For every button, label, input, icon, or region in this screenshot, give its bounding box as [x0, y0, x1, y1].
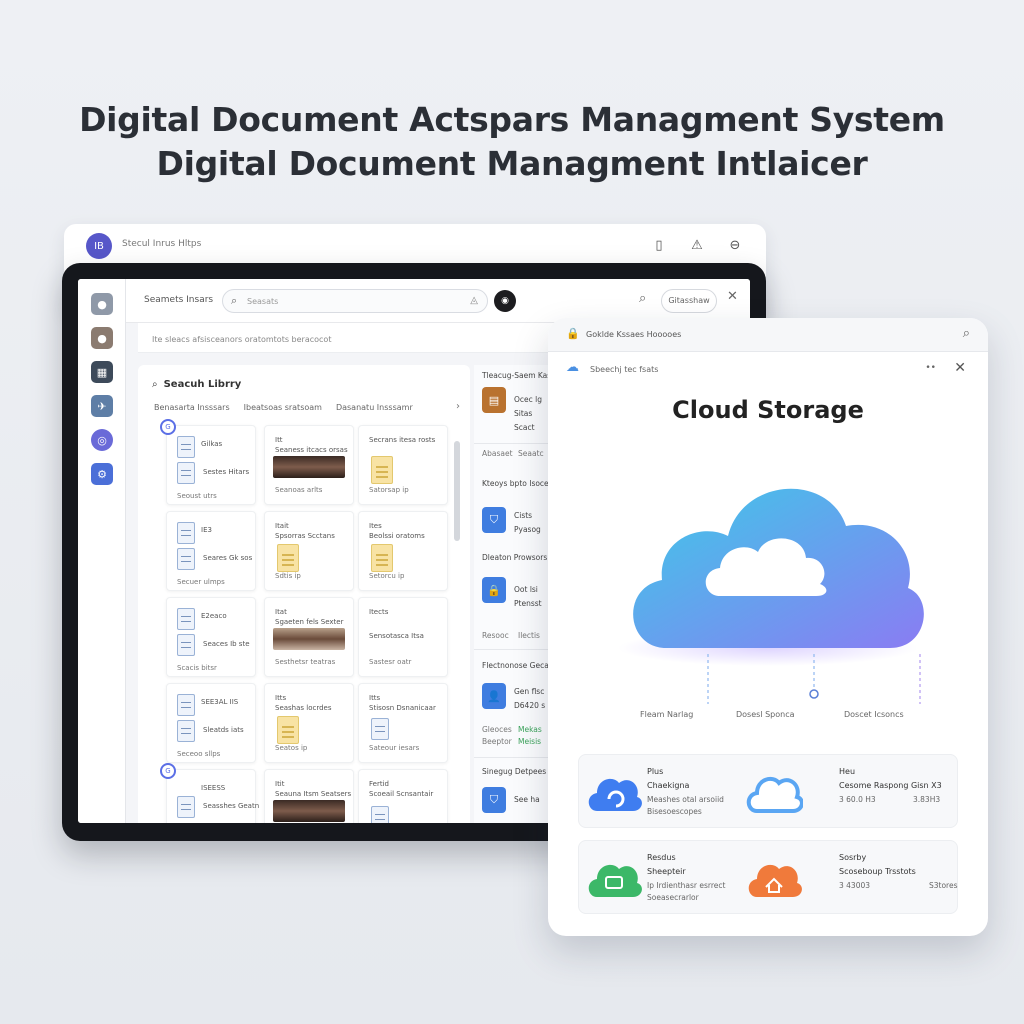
document-card[interactable]: Itts Seashas locrdes Seatos ip [264, 683, 354, 763]
cloud-panel-subheader: ☁ Sbeechj tec fsats •• ✕ [566, 360, 970, 382]
headline-line-2: Digital Document Managment Intlaicer [156, 144, 868, 183]
nav-user-icon[interactable]: ● [91, 327, 113, 349]
library-scrollbar[interactable] [454, 441, 460, 541]
storage-tile-row: Plus Chaekigna Meashes otal arsoiid Bise… [578, 754, 958, 828]
document-icon [177, 634, 195, 656]
nav-settings-icon[interactable]: ⚙ [91, 463, 113, 485]
document-icon [177, 796, 195, 818]
nav-avatar-icon[interactable]: ● [91, 293, 113, 315]
storage-tile-row: Resdus Sheepteir Ip Irdienthasr esrrect … [578, 840, 958, 914]
folder-icon [371, 456, 393, 484]
cloud-icon: ☁ [566, 360, 579, 375]
document-icon [371, 718, 389, 740]
shield-icon: ⛉ [482, 787, 506, 813]
search-input[interactable]: ⌕ Seasats ◬ [222, 289, 488, 313]
cloud-panel-header: 🔒 Goklde Kssaes Hooooes ⌕ [548, 318, 988, 352]
cloud-outline-icon [746, 776, 803, 813]
document-card[interactable]: Itit Seauna Itsm Seatsers [264, 769, 354, 823]
flow-label: Dosesl Sponca [736, 710, 795, 719]
topbar-action-button[interactable]: Gitasshaw [661, 289, 717, 313]
document-card[interactable]: E2eaco Seaces Ib ste Scacis bitsr [166, 597, 256, 677]
user-icon: 👤 [482, 683, 506, 709]
document-icon [371, 806, 389, 823]
document-icon [177, 436, 195, 458]
library-filters: Benasarta Insssars Ibeatsoas sratsoam Da… [154, 403, 413, 412]
notification-badge[interactable]: G [160, 419, 176, 435]
search-placeholder: Seasats [247, 297, 279, 306]
nav-rail: ● ● ▦ ✈ ◎ ⚙ [78, 279, 126, 823]
document-card[interactable]: Ites Beolssi oratoms Setorcu ip [358, 511, 448, 591]
search-icon: ⌕ [231, 294, 238, 307]
search-icon[interactable]: ⌕ [963, 326, 970, 341]
cloud-illustration [618, 488, 924, 704]
thumbnail-image [273, 800, 345, 822]
filter-icon[interactable]: ◬ [470, 295, 478, 306]
close-icon[interactable]: ✕ [954, 360, 966, 376]
thumbnail-image [273, 628, 345, 650]
document-card[interactable]: Itt Seaness itcacs orsas Seanoas arlts [264, 425, 354, 505]
minus-circle-icon[interactable]: ⊖ [726, 236, 744, 254]
storage-tile[interactable]: Sosrby Scoseboup Trsstots 3 43003 S3tore… [739, 841, 958, 915]
more-icon[interactable]: •• [925, 363, 936, 373]
page-headline: Digital Document Actspars Managment Syst… [0, 98, 1024, 186]
filter-tab[interactable]: Dasanatu Insssamr [336, 403, 413, 412]
document-card[interactable]: Gilkas Sestes Hitars Seoust utrs [166, 425, 256, 505]
archive-icon: ▤ [482, 387, 506, 413]
storage-tile[interactable]: Heu Cesome Raspong Gisn X3 3 60.0 H3 3.8… [739, 755, 942, 829]
side-details-panel: Tleacug-Saem Kas ▤ Ocec lg Sitas Scact A… [474, 365, 554, 823]
document-card[interactable]: Itait Spsorras Scctans Sdtis ip [264, 511, 354, 591]
sync-cloud-icon [588, 778, 642, 811]
app-logo[interactable]: IB [86, 233, 112, 259]
document-card[interactable]: Itects Sensotasca Itsa Sastesr oatr [358, 597, 448, 677]
cloud-panel-header-title: Goklde Kssaes Hooooes [586, 330, 682, 339]
search-icon[interactable]: ⌕ [639, 291, 646, 306]
shield-icon: ⛉ [482, 507, 506, 533]
document-card[interactable]: Itts Stisosn Dsnanicaar Sateour iesars [358, 683, 448, 763]
close-icon[interactable]: ✕ [727, 289, 738, 304]
document-icon [177, 548, 195, 570]
nav-grid-icon[interactable]: ▦ [91, 361, 113, 383]
headline-line-1: Digital Document Actspars Managment Syst… [79, 100, 945, 139]
document-card[interactable]: Secrans itesa rosts Satorsap ip [358, 425, 448, 505]
filter-tab[interactable]: Benasarta Insssars [154, 403, 230, 412]
back-window-controls: ▯ ⚠ ⊖ [650, 236, 744, 254]
chat-cloud-icon [588, 864, 642, 897]
lock-icon: 🔒 [482, 577, 506, 603]
warning-icon[interactable]: ⚠ [688, 236, 706, 254]
document-icon [177, 462, 195, 484]
document-card[interactable]: Itat Sgaeten fels Sexter Sesthetsr teatr… [264, 597, 354, 677]
cloud-storage-panel: 🔒 Goklde Kssaes Hooooes ⌕ ☁ Sbeechj tec … [548, 318, 988, 936]
document-card[interactable]: IE3 Seares Gk sos Secuer ulmps [166, 511, 256, 591]
document-icon [177, 522, 195, 544]
filter-tab[interactable]: Ibeatsoas sratsoam [244, 403, 322, 412]
home-cloud-icon [748, 864, 802, 897]
topbar-label: Seamets Insars [144, 295, 214, 305]
document-icon [177, 720, 195, 742]
back-window-title: Stecul Inrus Hltps [122, 239, 202, 249]
document-card[interactable]: Fertid Scoeail Scnsantair [358, 769, 448, 823]
library-title: ⌕ Seacuh Librry [152, 379, 242, 390]
flow-label: Fleam Narlag [640, 710, 694, 719]
cloud-panel-subtitle: Sbeechj tec fsats [590, 365, 659, 374]
chevron-right-icon[interactable]: › [456, 401, 460, 412]
flow-label: Doscet Icsoncs [844, 710, 904, 719]
nav-plane-icon[interactable]: ✈ [91, 395, 113, 417]
tablet-topbar: Seamets Insars ⌕ Seasats ◬ ◉ ⌕ Gitasshaw… [126, 279, 750, 323]
thumbnail-image [273, 456, 345, 478]
clipboard-icon[interactable]: ▯ [650, 236, 668, 254]
search-library-panel: ⌕ Seacuh Librry Benasarta Insssars Ibeats… [138, 365, 470, 823]
document-card[interactable]: SEE3AL IIS Sleatds iats Seceoo sllps [166, 683, 256, 763]
folder-icon [277, 544, 299, 572]
document-card[interactable]: ISEESS Seasshes Geatn [166, 769, 259, 823]
folder-icon [371, 544, 393, 572]
document-icon [177, 694, 195, 716]
notification-badge[interactable]: G [160, 763, 176, 779]
search-icon: ⌕ [152, 379, 158, 390]
cloud-storage-title: Cloud Storage [672, 396, 864, 424]
folder-icon [277, 716, 299, 744]
document-icon [177, 608, 195, 630]
lock-icon: 🔒 [566, 327, 580, 340]
nav-circle-icon[interactable]: ◎ [91, 429, 113, 451]
record-button[interactable]: ◉ [494, 290, 516, 312]
